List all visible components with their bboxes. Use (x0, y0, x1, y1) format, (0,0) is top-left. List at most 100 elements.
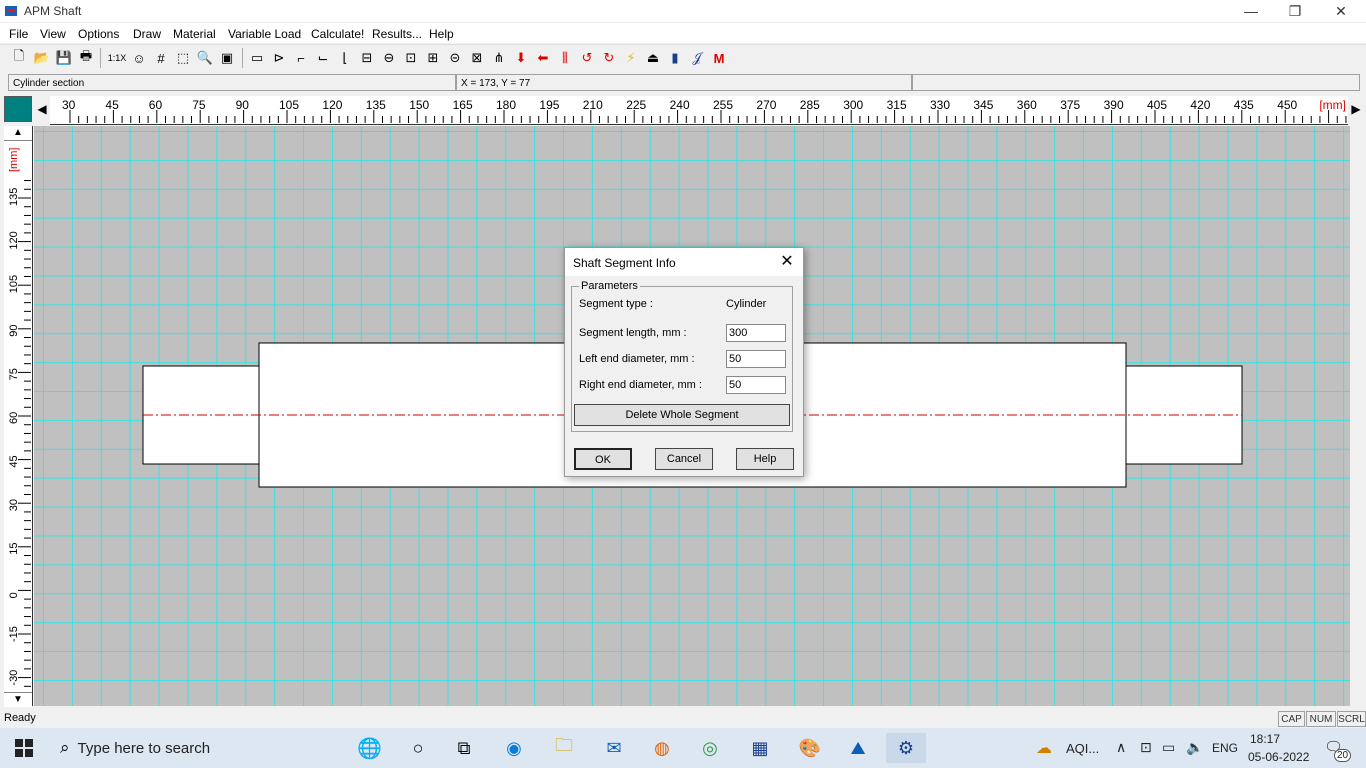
print-icon[interactable]: 🖶 (77, 48, 95, 68)
zoom-actual-size-button[interactable]: 1:1X (106, 48, 128, 68)
mail-icon[interactable]: ✉ (594, 733, 634, 763)
help-button[interactable]: Help (736, 448, 794, 470)
radial-force-icon[interactable]: ⬇ (512, 48, 530, 68)
window-title: APM Shaft (24, 4, 82, 18)
num-lock-indicator: NUM (1306, 711, 1336, 727)
ruler-tick-label: 375 (1060, 98, 1080, 112)
chrome-icon[interactable]: ◎ (690, 733, 730, 763)
vertical-ruler-units: [mm] (8, 148, 20, 172)
scroll-left-icon[interactable]: ◀ (36, 98, 48, 120)
hole-icon[interactable]: ⊝ (446, 48, 464, 68)
keyway-icon[interactable]: ⊖ (380, 48, 398, 68)
menu-material[interactable]: Material (173, 27, 216, 41)
distributed-load-icon[interactable]: ⫼ (556, 48, 574, 68)
weather-icon[interactable]: ☁ (1036, 738, 1052, 758)
paint-icon[interactable]: 🎨 (790, 733, 830, 763)
scroll-lock-indicator: SCRL (1337, 711, 1366, 727)
parameters-group-label: Parameters (579, 280, 640, 292)
ruler-corner[interactable] (4, 96, 32, 122)
windows-start-icon[interactable] (0, 728, 48, 768)
cone-segment-icon[interactable]: ⊳ (270, 48, 288, 68)
status-bar (0, 708, 1366, 728)
delete-segment-button[interactable]: Delete Whole Segment (574, 404, 790, 426)
ruler-tick-label: 180 (496, 98, 516, 112)
network-icon[interactable]: ⊡ (1140, 739, 1152, 756)
zoom-icon[interactable]: 🔍 (196, 48, 214, 68)
ruler-tick-label: 60 (8, 412, 20, 424)
chamfer-icon[interactable]: ⌙ (314, 48, 332, 68)
app-window-icon[interactable]: ▦ (740, 733, 780, 763)
ruler-tick-label: 285 (800, 98, 820, 112)
bending-moment-icon[interactable]: ↺ (578, 48, 596, 68)
task-view-icon[interactable]: ⧉ (444, 733, 484, 763)
step-segment-icon[interactable]: ⌐ (292, 48, 310, 68)
taskbar-search-box[interactable]: ⌕ Type here to search 🌐 (50, 730, 390, 766)
file-explorer-icon[interactable]: 🗀 (544, 733, 584, 763)
fit-window-icon[interactable]: ▣ (218, 48, 236, 68)
grid-icon[interactable]: # (152, 48, 170, 68)
title-bar (0, 0, 1366, 22)
calc-icon[interactable]: 𝒥 (688, 48, 706, 68)
menu-draw[interactable]: Draw (133, 27, 161, 41)
clock-date[interactable]: 05-06-2022 (1248, 750, 1309, 764)
segment-type-label: Segment type : (579, 298, 653, 310)
minimize-button[interactable]: — (1228, 0, 1274, 22)
dialog-close-icon[interactable]: ✕ (777, 252, 797, 272)
globe-icon: 🌐 (357, 737, 382, 760)
save-icon[interactable]: 💾 (55, 48, 73, 68)
weather-text[interactable]: AQI... (1066, 741, 1099, 756)
ok-button[interactable]: OK (574, 448, 632, 470)
menu-calculate[interactable]: Calculate! (311, 27, 364, 41)
scroll-up-icon[interactable]: ▲ (4, 126, 32, 141)
cylinder-segment-icon[interactable]: ▭ (248, 48, 266, 68)
language-indicator[interactable]: ENG (1212, 741, 1238, 755)
results-icon[interactable]: M (710, 48, 728, 68)
open-folder-icon[interactable]: 📂 (33, 48, 51, 68)
right-diameter-input[interactable] (726, 376, 786, 394)
close-button[interactable]: ✕ (1318, 0, 1364, 22)
scroll-down-icon[interactable]: ▼ (4, 692, 32, 707)
menu-variable-load[interactable]: Variable Load (228, 27, 301, 41)
ruler-tick-label: 0 (8, 592, 20, 598)
fillet-icon[interactable]: ⌊ (336, 48, 354, 68)
cancel-button[interactable]: Cancel (655, 448, 713, 470)
menu-file[interactable]: File (9, 27, 28, 41)
maximize-button[interactable]: ❐ (1272, 0, 1318, 22)
menu-help[interactable]: Help (429, 27, 454, 41)
ruler-tick-label: 345 (973, 98, 993, 112)
mass-icon[interactable]: ⏏ (644, 48, 662, 68)
menu-results[interactable]: Results... (372, 27, 422, 41)
firefox-icon[interactable]: ◍ (642, 733, 682, 763)
apm-shaft-task-icon[interactable]: ⚙ (886, 733, 926, 763)
ruler-tick-label: 90 (236, 98, 250, 112)
new-file-icon[interactable]: 🗋 (10, 48, 28, 68)
cortana-icon[interactable]: ○ (398, 733, 438, 763)
menu-view[interactable]: View (40, 27, 66, 41)
torque-icon[interactable]: ↻ (600, 48, 618, 68)
spline-icon[interactable]: ⊞ (424, 48, 442, 68)
tray-chevron-icon[interactable]: ∧ (1116, 739, 1126, 756)
scroll-right-icon[interactable]: ▶ (1350, 98, 1362, 120)
menu-options[interactable]: Options (78, 27, 119, 41)
photos-icon[interactable]: ⛰ (838, 733, 878, 763)
toolbar-separator (100, 48, 101, 68)
axial-force-icon[interactable]: ⬅ (534, 48, 552, 68)
thread-icon[interactable]: ⊡ (402, 48, 420, 68)
battery-icon[interactable]: ▭ (1162, 739, 1175, 756)
segment-length-input[interactable] (726, 324, 786, 342)
volume-icon[interactable]: 🔈 (1186, 739, 1203, 756)
groove-icon[interactable]: ⊟ (358, 48, 376, 68)
vertical-ruler: 135 120 105 90 75 60 45 30 15 0 -15 -30 [mm] (4, 126, 33, 706)
select-pointer-icon[interactable]: ⬚ (174, 48, 192, 68)
face-icon[interactable]: ☺ (130, 48, 148, 68)
relief-icon[interactable]: ⊠ (468, 48, 486, 68)
material-icon[interactable]: ▮ (666, 48, 684, 68)
ruler-tick-label: 15 (8, 543, 20, 555)
ruler-tick-label: 30 (8, 499, 20, 511)
info-empty-cell (912, 74, 1360, 91)
edge-browser-icon[interactable]: ◉ (494, 733, 534, 763)
clock-time[interactable]: 18:17 (1250, 732, 1280, 746)
left-diameter-input[interactable] (726, 350, 786, 368)
support-icon[interactable]: ⋔ (490, 48, 508, 68)
lightning-icon[interactable]: ⚡ (622, 48, 640, 68)
